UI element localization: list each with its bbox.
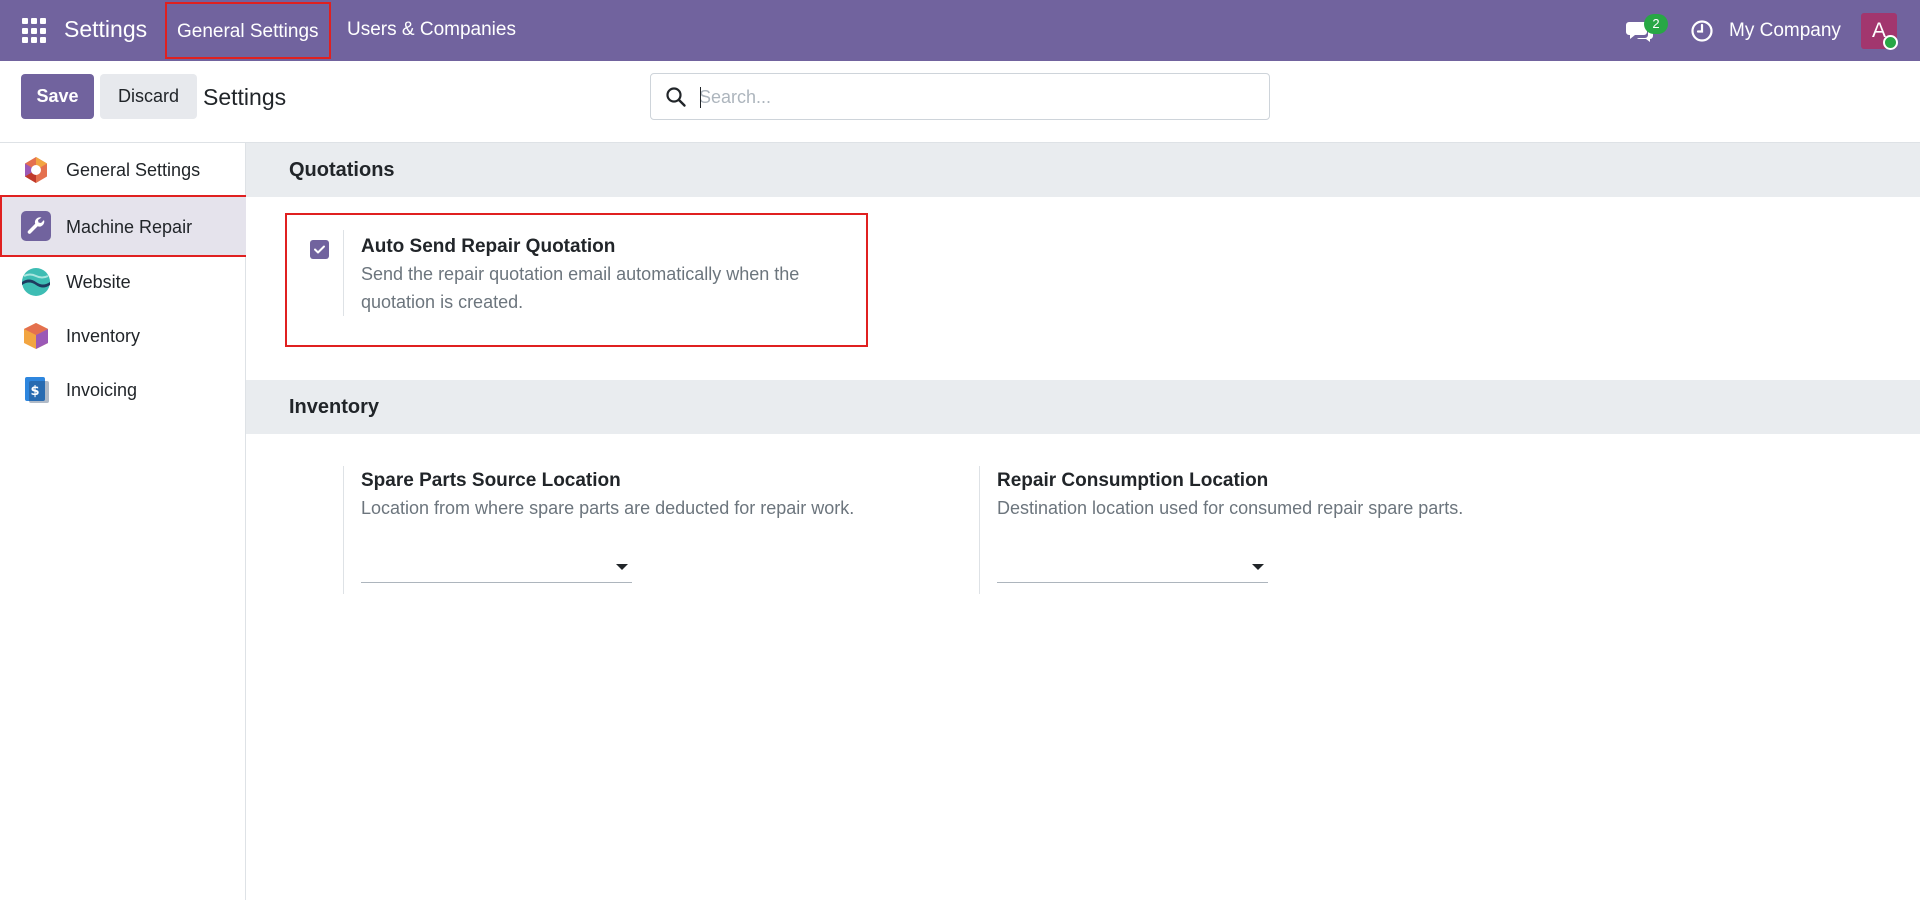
setting-separator: [343, 230, 344, 316]
invoicing-icon: $: [25, 377, 49, 403]
setting-spare-parts-location: Spare Parts Source Location Location fro…: [343, 466, 963, 594]
spare-parts-location-select[interactable]: [361, 549, 632, 583]
caret-down-icon: [616, 564, 628, 570]
company-switcher[interactable]: My Company: [1729, 20, 1841, 42]
save-button[interactable]: Save: [21, 74, 94, 119]
control-panel: Save Discard Settings: [0, 61, 1920, 143]
apps-grid-icon[interactable]: [22, 18, 48, 44]
top-navbar: Settings General Settings Users & Compan…: [0, 0, 1920, 61]
inventory-box-icon: [24, 323, 48, 349]
setting-description: Send the repair quotation email automati…: [361, 260, 861, 316]
search-input[interactable]: [699, 82, 1254, 112]
section-title: Quotations: [289, 159, 395, 181]
sidebar-item-inventory[interactable]: Inventory: [0, 309, 246, 363]
sidebar-item-invoicing[interactable]: $ Invoicing: [0, 363, 246, 417]
check-icon: [314, 245, 325, 254]
sidebar-item-label: Machine Repair: [66, 217, 193, 237]
page-title: Settings: [203, 84, 287, 110]
consumption-location-select[interactable]: [997, 549, 1268, 583]
website-icon: [22, 268, 50, 296]
sidebar-item-label: Invoicing: [66, 380, 138, 400]
setting-auto-send-quotation: Auto Send Repair Quotation Send the repa…: [306, 230, 866, 330]
description-line: quotation is created.: [361, 292, 524, 312]
sidebar-item-label: General Settings: [66, 160, 201, 180]
online-status-dot: [1883, 35, 1898, 50]
auto-send-checkbox[interactable]: [310, 240, 329, 259]
menu-users-companies[interactable]: Users & Companies: [347, 19, 516, 41]
setting-consumption-location: Repair Consumption Location Destination …: [979, 466, 1679, 594]
sidebar-item-website[interactable]: Website: [0, 255, 246, 309]
settings-sidebar: General Settings Machine Repair Website …: [0, 143, 248, 900]
sidebar-item-label: Inventory: [66, 326, 141, 346]
sidebar-item-label: Website: [66, 272, 131, 292]
setting-title: Auto Send Repair Quotation: [361, 236, 616, 257]
setting-description: Destination location used for consumed r…: [997, 498, 1464, 518]
settings-main: Quotations Auto Send Repair Quotation Se…: [246, 143, 1920, 900]
setting-separator: [343, 466, 344, 594]
section-header-quotations: Quotations: [246, 143, 1920, 197]
setting-title: Repair Consumption Location: [997, 470, 1269, 491]
menu-general-settings[interactable]: General Settings: [165, 2, 331, 59]
search-bar[interactable]: [650, 73, 1270, 120]
svg-text:$: $: [30, 384, 39, 399]
setting-title: Spare Parts Source Location: [361, 470, 621, 491]
caret-down-icon: [1252, 564, 1264, 570]
text-caret: [700, 87, 701, 108]
setting-description: Location from where spare parts are dedu…: [361, 498, 855, 518]
wrench-icon: [21, 211, 51, 241]
app-title[interactable]: Settings: [64, 16, 147, 43]
settings-hexagon-icon: [25, 157, 47, 183]
section-header-inventory: Inventory: [246, 380, 1920, 434]
section-title: Inventory: [289, 396, 380, 418]
sidebar-item-general-settings[interactable]: General Settings: [0, 143, 246, 197]
discard-button[interactable]: Discard: [100, 74, 197, 119]
setting-separator: [979, 466, 980, 594]
search-icon: [666, 87, 686, 107]
description-line: Send the repair quotation email automati…: [361, 264, 800, 284]
sidebar-item-machine-repair[interactable]: Machine Repair: [0, 195, 248, 257]
clock-icon[interactable]: [1690, 19, 1714, 43]
chat-count-badge: 2: [1644, 14, 1668, 34]
